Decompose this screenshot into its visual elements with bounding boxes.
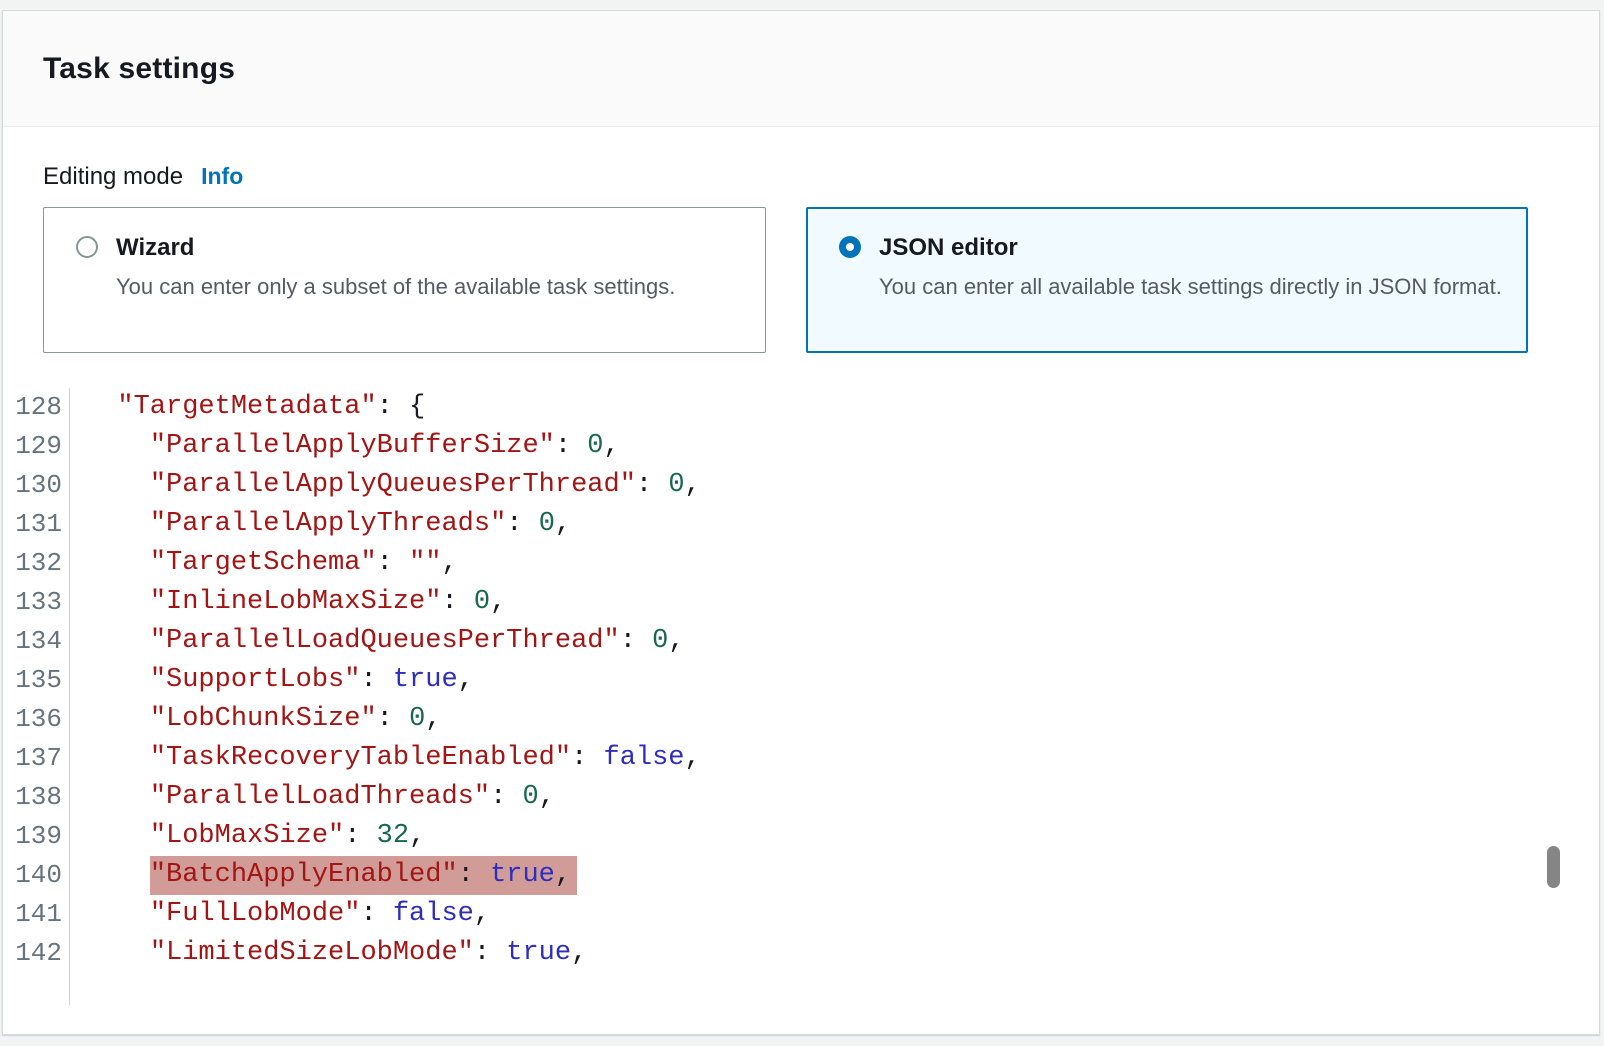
code-line: 131 "ParallelApplyThreads": 0, <box>4 505 1559 544</box>
code-text: "SupportLobs": true, <box>70 661 474 700</box>
code-text: "InlineLobMaxSize": 0, <box>70 583 506 622</box>
line-number: 132 <box>4 544 70 583</box>
code-text: "FullLobMode": false, <box>70 895 490 934</box>
code-span: "TargetMetadata": { <box>117 392 425 422</box>
card-body: Editing mode Info Wizard You can enter o… <box>3 127 1599 1005</box>
code-text: "TaskRecoveryTableEnabled": false, <box>70 739 701 778</box>
code-span: "ParallelApplyBufferSize": 0, <box>150 431 620 461</box>
editing-mode-tiles: Wizard You can enter only a subset of th… <box>43 207 1559 353</box>
line-number: 138 <box>4 778 70 817</box>
code-span: "ParallelLoadQueuesPerThread": 0, <box>150 626 685 656</box>
code-span: "InlineLobMaxSize": 0, <box>150 587 506 617</box>
task-settings-card: Task settings Editing mode Info Wizard Y… <box>2 10 1600 1035</box>
page-title: Task settings <box>43 52 235 86</box>
code-line: 130 "ParallelApplyQueuesPerThread": 0, <box>4 466 1559 505</box>
code-text: "ParallelApplyThreads": 0, <box>70 505 571 544</box>
code-line: 135 "SupportLobs": true, <box>4 661 1559 700</box>
code-text: "ParallelApplyQueuesPerThread": 0, <box>70 466 701 505</box>
line-number: 134 <box>4 622 70 661</box>
json-editor-tile[interactable]: JSON editor You can enter all available … <box>806 207 1528 353</box>
code-line: 140 "BatchApplyEnabled": true, <box>4 856 1559 895</box>
editing-mode-label: Editing mode <box>43 161 183 193</box>
line-number: 141 <box>4 895 70 934</box>
wizard-tile-description: You can enter only a subset of the avail… <box>116 272 675 302</box>
code-span: "TargetSchema": "", <box>150 548 458 578</box>
code-text: "TargetSchema": "", <box>70 544 458 583</box>
code-span: "ParallelLoadThreads": 0, <box>150 782 555 812</box>
editing-mode-row: Editing mode Info <box>43 160 1559 193</box>
code-span: "LimitedSizeLobMode": true, <box>150 938 587 968</box>
code-line: 141 "FullLobMode": false, <box>4 895 1559 934</box>
code-text: "LobMaxSize": 32, <box>70 817 425 856</box>
wizard-tile-content: Wizard You can enter only a subset of th… <box>116 232 675 302</box>
code-text: "ParallelApplyBufferSize": 0, <box>70 427 620 466</box>
line-number: 135 <box>4 661 70 700</box>
line-number: 136 <box>4 700 70 739</box>
code-span: "SupportLobs": true, <box>150 665 474 695</box>
task-settings-page: { "header": { "title": "Task settings" }… <box>0 0 1604 1046</box>
radio-dot <box>846 243 854 251</box>
code-line: 139 "LobMaxSize": 32, <box>4 817 1559 856</box>
code-span: "ParallelApplyQueuesPerThread": 0, <box>150 470 701 500</box>
code-line: 132 "TargetSchema": "", <box>4 544 1559 583</box>
code-span: "FullLobMode": false, <box>150 899 490 929</box>
code-span: "ParallelApplyThreads": 0, <box>150 509 571 539</box>
line-number: 128 <box>4 388 70 427</box>
code-span: "LobChunkSize": 0, <box>150 704 442 734</box>
highlighted-span: "BatchApplyEnabled": true, <box>150 856 577 895</box>
line-number: 139 <box>4 817 70 856</box>
gutter-spacer <box>4 973 1559 1005</box>
wizard-radio-icon[interactable] <box>76 236 98 258</box>
code-line: 136 "LobChunkSize": 0, <box>4 700 1559 739</box>
code-span: "LobMaxSize": 32, <box>150 821 425 851</box>
code-line: 134 "ParallelLoadQueuesPerThread": 0, <box>4 622 1559 661</box>
line-number: 140 <box>4 856 70 895</box>
code-text: "BatchApplyEnabled": true, <box>70 856 577 895</box>
line-number: 131 <box>4 505 70 544</box>
code-text: "ParallelLoadQueuesPerThread": 0, <box>70 622 685 661</box>
code-line: 128 "TargetMetadata": { <box>4 388 1559 427</box>
info-link[interactable]: Info <box>201 160 243 192</box>
code-line: 133 "InlineLobMaxSize": 0, <box>4 583 1559 622</box>
line-number: 129 <box>4 427 70 466</box>
wizard-tile-label: Wizard <box>116 232 675 264</box>
json-editor-tile-content: JSON editor You can enter all available … <box>879 232 1502 302</box>
card-header: Task settings <box>3 11 1599 127</box>
line-number: 137 <box>4 739 70 778</box>
line-number: 130 <box>4 466 70 505</box>
code-text: "LimitedSizeLobMode": true, <box>70 934 587 973</box>
line-number: 142 <box>4 934 70 973</box>
code-line: 129 "ParallelApplyBufferSize": 0, <box>4 427 1559 466</box>
json-editor-tile-description: You can enter all available task setting… <box>879 272 1502 302</box>
code-text: "LobChunkSize": 0, <box>70 700 441 739</box>
line-number: 133 <box>4 583 70 622</box>
code-line: 142 "LimitedSizeLobMode": true, <box>4 934 1559 973</box>
json-code-editor[interactable]: 128 "TargetMetadata": {129 "ParallelAppl… <box>3 388 1559 1005</box>
scrollbar-thumb[interactable] <box>1547 846 1560 888</box>
code-line: 137 "TaskRecoveryTableEnabled": false, <box>4 739 1559 778</box>
json-editor-tile-label: JSON editor <box>879 232 1502 264</box>
wizard-tile[interactable]: Wizard You can enter only a subset of th… <box>43 207 766 353</box>
code-text: "ParallelLoadThreads": 0, <box>70 778 555 817</box>
code-span: "TaskRecoveryTableEnabled": false, <box>150 743 701 773</box>
code-text: "TargetMetadata": { <box>70 388 425 427</box>
json-editor-radio-icon[interactable] <box>839 236 861 258</box>
code-line: 138 "ParallelLoadThreads": 0, <box>4 778 1559 817</box>
